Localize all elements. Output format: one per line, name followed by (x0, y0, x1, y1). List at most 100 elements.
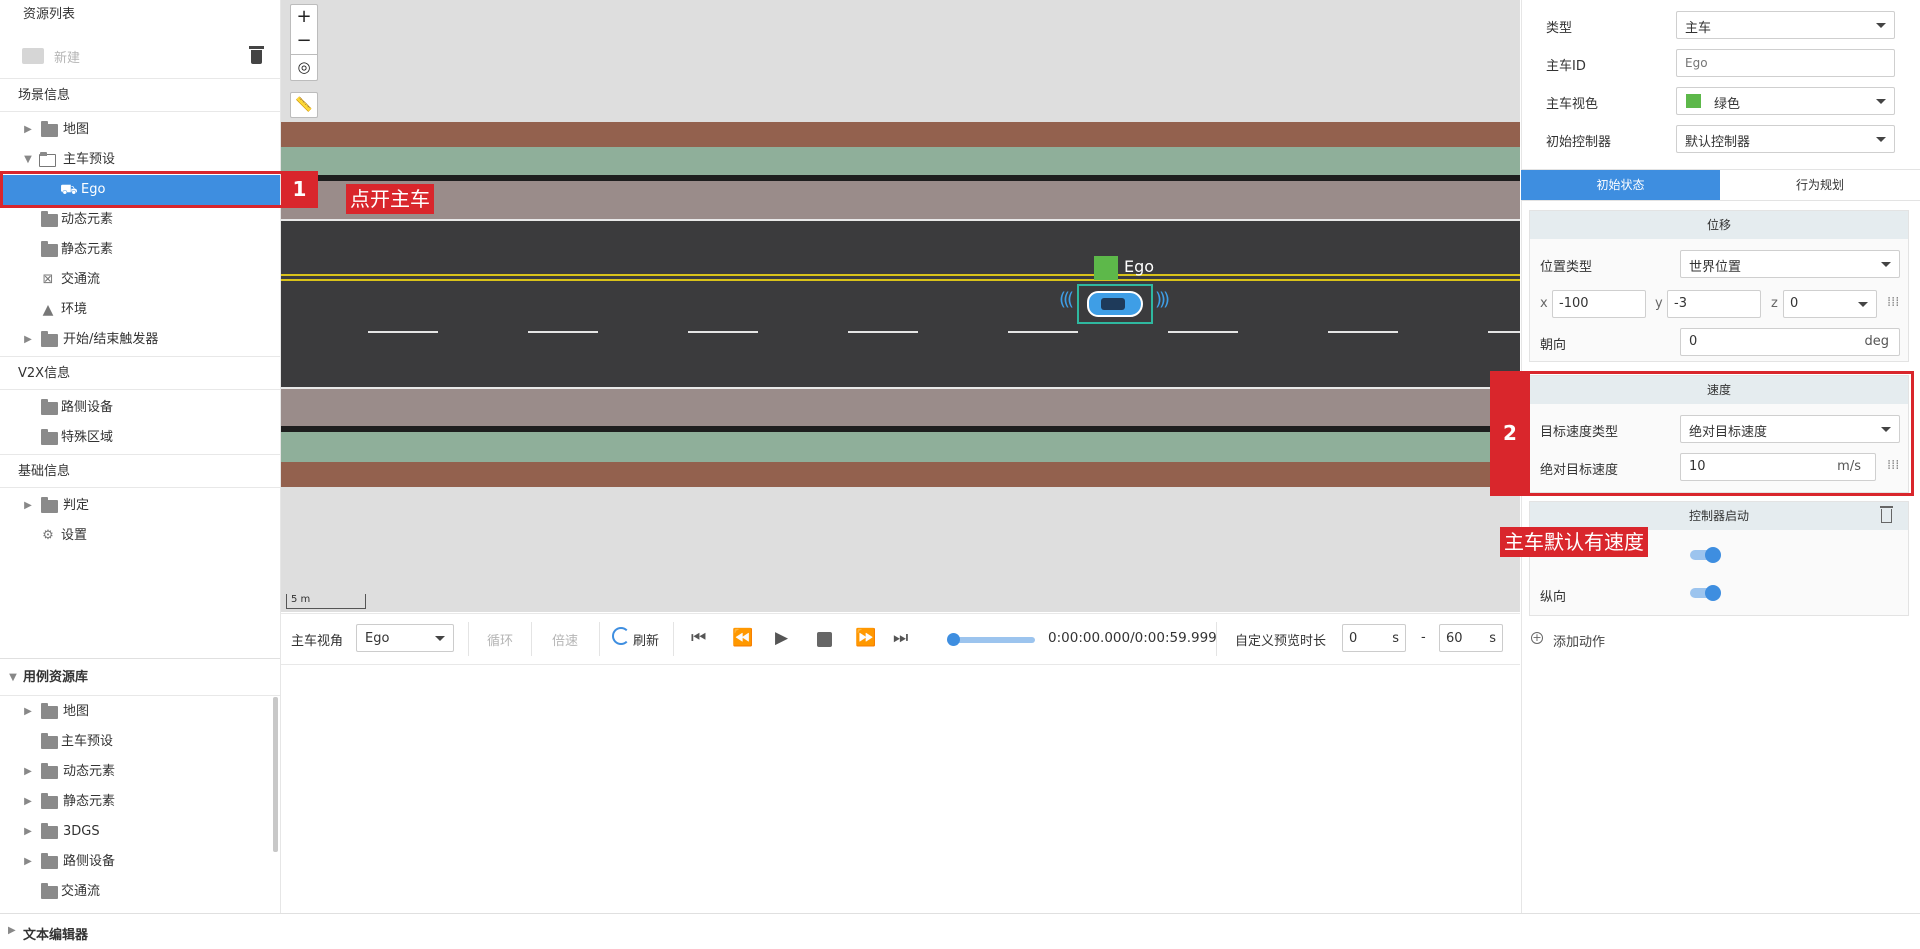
lateral-toggle[interactable] (1690, 547, 1721, 563)
highlight-box-1 (0, 171, 318, 208)
tree-item-static[interactable]: 静态元素 (0, 235, 280, 265)
ego-marker[interactable] (1094, 256, 1118, 280)
case-lib-header[interactable]: ▼ 用例资源库 (0, 658, 280, 696)
tree-item-label: 交通流 (61, 884, 101, 899)
skip-start-icon[interactable]: ⏮ (691, 628, 706, 648)
type-select-value: 主车 (1685, 21, 1712, 36)
tree-item-special-area[interactable]: 特殊区域 (0, 423, 280, 453)
case-item-roadside[interactable]: ▶ 路侧设备 (0, 847, 280, 877)
scrollbar[interactable] (273, 697, 278, 852)
resource-panel: 资源列表 新建 场景信息 ▶ 地图 ▼ 主车预设 ⛟ Ego 动态元素 静态元素… (0, 0, 281, 913)
type-select[interactable]: 主车 (1676, 11, 1895, 39)
color-select[interactable]: 绿色 (1676, 87, 1895, 115)
tree-item-dynamic[interactable]: 动态元素 (0, 205, 280, 235)
longitudinal-label: 纵向 (1540, 590, 1567, 605)
lane-dash (1328, 331, 1398, 333)
skip-end-icon[interactable]: ⏭ (893, 628, 908, 648)
case-item-traffic[interactable]: 交通流 (0, 877, 280, 907)
chevron-right-icon[interactable]: ▶ (23, 817, 33, 847)
text-editor-bar[interactable]: ▶ 文本编辑器 (0, 913, 1920, 949)
view-select[interactable]: Ego (356, 624, 454, 652)
type-label: 类型 (1546, 21, 1573, 36)
case-item-ego-preset[interactable]: 主车预设 (0, 727, 280, 757)
sensor-wave-icon: ))) (1155, 289, 1170, 310)
folder-open-icon (39, 152, 56, 167)
center-line (281, 274, 1520, 276)
recenter-icon[interactable]: ◎ (290, 55, 318, 81)
color-select-value: 绿色 (1714, 97, 1741, 112)
chevron-down-icon[interactable]: ▼ (8, 659, 18, 697)
case-item-dynamic[interactable]: ▶ 动态元素 (0, 757, 280, 787)
case-item-static[interactable]: ▶ 静态元素 (0, 787, 280, 817)
grid-icon[interactable]: ⁞⁞⁞ (1887, 295, 1899, 310)
chevron-down-icon (1876, 137, 1886, 142)
position-type-select[interactable]: 世界位置 (1680, 250, 1900, 278)
new-button[interactable]: 新建 (54, 47, 80, 66)
chevron-right-icon[interactable]: ▶ (23, 787, 33, 817)
speed-button[interactable]: 倍速 (552, 630, 578, 649)
tree-item-judgement[interactable]: ▶ 判定 (0, 491, 280, 521)
chevron-right-icon[interactable]: ▶ (23, 325, 33, 355)
case-item-3dgs[interactable]: ▶ 3DGS (0, 817, 280, 847)
longitudinal-toggle[interactable] (1690, 585, 1721, 601)
tree-item-map[interactable]: ▶ 地图 (0, 115, 280, 145)
ego-selection-box[interactable] (1077, 284, 1153, 324)
loop-button[interactable]: 循环 (487, 630, 513, 649)
ego-label: Ego (1124, 257, 1155, 276)
tab-behavior-plan[interactable]: 行为规划 (1720, 170, 1920, 200)
stop-icon[interactable] (817, 632, 832, 647)
controller-card-title: 控制器启动 (1530, 502, 1908, 530)
refresh-button[interactable]: 刷新 (633, 630, 659, 649)
controller-select[interactable]: 默认控制器 (1676, 125, 1895, 153)
tree-item-settings[interactable]: ⚙ 设置 (0, 521, 280, 551)
tree-item-traffic[interactable]: ⊠ 交通流 (0, 265, 280, 295)
start-time-unit: s (1392, 631, 1399, 646)
ego-id-input[interactable] (1676, 49, 1895, 77)
progress-handle[interactable] (947, 633, 960, 646)
chevron-right-icon[interactable]: ▶ (23, 491, 33, 521)
end-time-input[interactable]: 60 s (1439, 624, 1503, 652)
tab-initial-state[interactable]: 初始状态 (1521, 170, 1720, 200)
tree-item-label: 静态元素 (63, 794, 116, 809)
tab-bar: 初始状态 行为规划 (1521, 169, 1920, 201)
tree-item-label: 交通流 (61, 272, 101, 287)
center-line (281, 279, 1520, 281)
tree-item-environment[interactable]: ▲ 环境 (0, 295, 280, 325)
step-forward-icon[interactable]: ⏩ (855, 628, 876, 648)
step-back-icon[interactable]: ⏪ (732, 628, 753, 648)
start-time-input[interactable]: 0 s (1342, 624, 1406, 652)
chevron-right-icon[interactable]: ▶ (23, 115, 33, 145)
zoom-in-button[interactable]: + (290, 4, 318, 30)
heading-value: 0 (1689, 334, 1698, 349)
y-input[interactable]: -3 (1667, 290, 1761, 318)
new-folder-icon[interactable] (22, 48, 44, 64)
tree-item-roadside[interactable]: 路侧设备 (0, 393, 280, 423)
add-action-button[interactable]: 添加动作 (1553, 631, 1605, 650)
chevron-right-icon[interactable]: ▶ (8, 925, 16, 936)
chevron-right-icon[interactable]: ▶ (23, 697, 33, 727)
case-item-map[interactable]: ▶ 地图 (0, 697, 280, 727)
ego-id-label: 主车ID (1546, 59, 1586, 74)
tree-item-label: 判定 (63, 498, 90, 513)
tree-item-label: 地图 (63, 122, 90, 137)
tree-item-triggers[interactable]: ▶ 开始/结束触发器 (0, 325, 280, 355)
heading-input[interactable]: 0 deg (1680, 328, 1900, 356)
progress-slider[interactable] (947, 633, 1035, 646)
ruler-icon[interactable]: 📏 (290, 92, 318, 118)
delete-icon[interactable] (249, 46, 264, 64)
refresh-icon[interactable] (612, 627, 630, 645)
zoom-out-button[interactable]: − (290, 29, 318, 55)
annotation-tag-2: 主车默认有速度 (1500, 527, 1648, 557)
chevron-down-icon (1858, 302, 1868, 307)
chevron-right-icon[interactable]: ▶ (23, 757, 33, 787)
chevron-right-icon[interactable]: ▶ (23, 847, 33, 877)
play-icon[interactable]: ▶ (775, 628, 788, 648)
z-select[interactable]: 0 (1783, 290, 1877, 318)
map-canvas[interactable]: Ego ((( ))) + − ◎ 📏 5 m (281, 0, 1520, 612)
end-time-unit: s (1489, 631, 1496, 646)
delete-icon[interactable] (1880, 506, 1893, 523)
z-value: 0 (1790, 296, 1799, 311)
x-input[interactable]: -100 (1552, 290, 1646, 318)
lane-dash (1168, 331, 1238, 333)
add-icon[interactable]: + (1531, 632, 1543, 644)
